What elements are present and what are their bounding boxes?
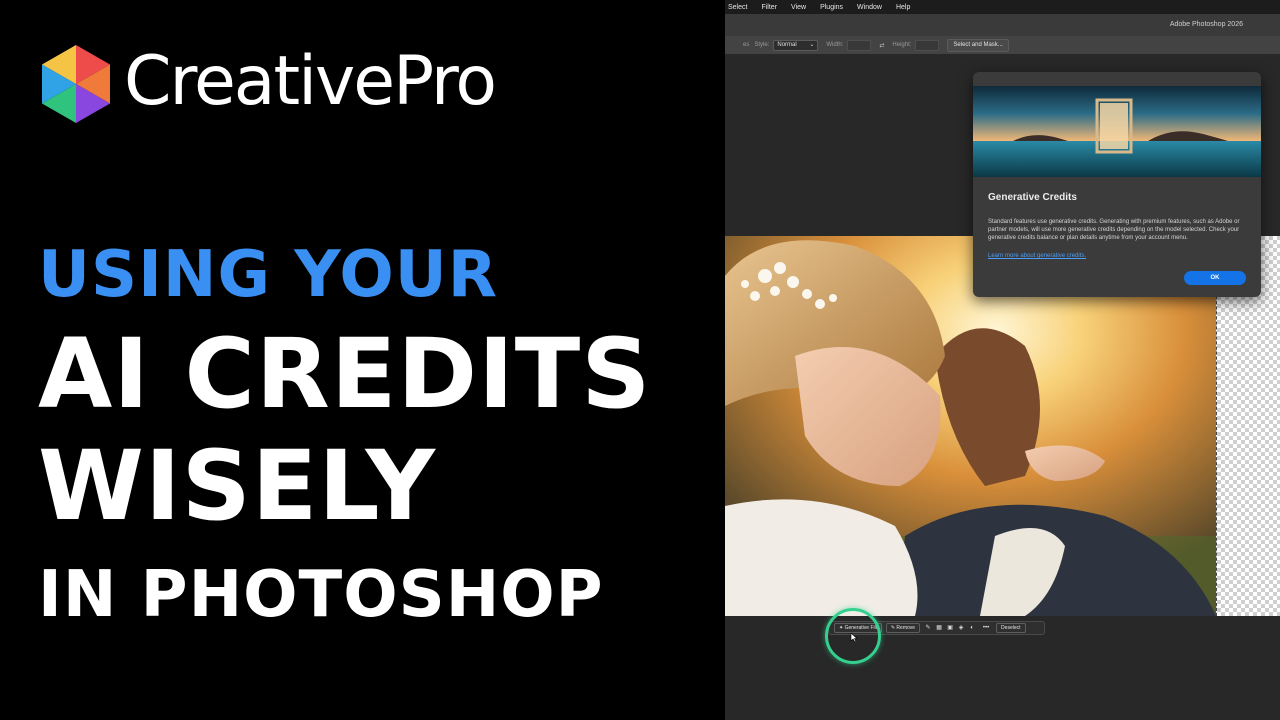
menu-plugins[interactable]: Plugins [820,4,843,11]
remove-label: Remove [896,625,916,631]
transform-icon[interactable]: ▦ [935,624,943,632]
cursor-icon [850,633,858,643]
dialog-body: Standard features use generative credits… [988,219,1240,241]
style-select[interactable]: Normal ⌄ [773,39,819,51]
headline-line-3: WISELY [38,430,437,542]
options-partial-label: es [743,42,750,48]
height-field[interactable] [915,39,940,51]
chevron-down-icon: ⌄ [809,41,815,48]
fill-icon[interactable]: ◈ [957,624,965,632]
generative-credits-dialog: Generative Credits Standard features use… [973,72,1261,297]
menu-window[interactable]: Window [857,4,882,11]
dialog-title: Generative Credits [988,192,1077,203]
menu-view[interactable]: View [791,4,806,11]
ok-button[interactable]: OK [1184,271,1246,285]
headline-line-2: AI CREDITS [38,318,652,430]
width-field[interactable] [847,39,872,51]
creativepro-logo-icon [42,45,110,123]
menu-help[interactable]: Help [896,4,910,11]
brush-tool-icon[interactable]: ✎ [924,624,932,632]
menu-select[interactable]: Select [728,4,747,11]
height-label: Height: [892,42,912,48]
style-label: Style: [754,42,770,48]
brand-name: CreativePro [124,42,497,121]
headline-line-1: USING YOUR [38,238,498,312]
select-and-mask-button[interactable]: Select and Mask... [947,38,1009,52]
learn-more-link[interactable]: Learn more about generative credits. [988,253,1086,259]
promo-panel: CreativePro USING YOUR AI CREDITS WISELY… [0,0,725,720]
remove-button[interactable]: ✎ Remove [885,623,921,633]
width-label: Width: [826,42,844,48]
dialog-hero-image [973,86,1261,177]
invert-icon[interactable]: ◐ [968,624,976,632]
swap-icon[interactable]: ⇄ [879,42,884,49]
style-value: Normal [777,41,797,48]
more-options-icon[interactable]: ••• [979,624,993,632]
menu-bar: Select Filter View Plugins Window Help [725,0,1280,14]
mask-icon[interactable]: ▣ [946,624,954,632]
headline-line-4: IN PHOTOSHOP [38,558,604,632]
options-bar: es Style: Normal ⌄ Width: ⇄ Height: Selec… [725,36,1280,54]
app-title: Adobe Photoshop 2026 [1169,21,1243,28]
deselect-button[interactable]: Deselect [996,623,1026,633]
menu-filter[interactable]: Filter [761,4,777,11]
title-bar: Adobe Photoshop 2026 [725,14,1280,36]
